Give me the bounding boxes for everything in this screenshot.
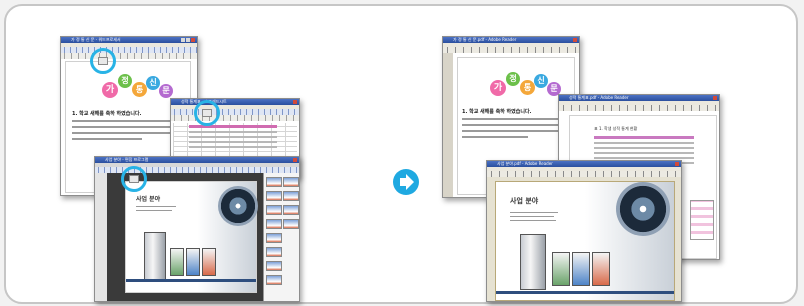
data-row [189, 146, 277, 148]
thumbnail-panel[interactable] [263, 173, 299, 301]
right-arrow-icon [393, 169, 419, 195]
heading-circle-4: 신 [146, 76, 160, 90]
thumbnail[interactable] [266, 205, 282, 215]
body-heading: 1. 학교 새해를 축하 하였습니다. [72, 111, 142, 117]
data-row [189, 136, 277, 138]
text-line [510, 220, 556, 221]
tool-palette[interactable] [95, 173, 107, 301]
close-button[interactable] [573, 38, 577, 42]
thumbnail[interactable] [283, 219, 299, 229]
heading-circle-2: 정 [118, 74, 132, 88]
after-presentation-pdf-window[interactable]: 사업 분야.pdf - Adobe Reader 사업 분야 [486, 160, 682, 302]
navigation-pane[interactable] [443, 53, 453, 197]
product-box [186, 248, 200, 276]
table-header-row [594, 136, 694, 139]
data-row [189, 131, 277, 133]
heading-circle-3: 통 [132, 82, 147, 97]
thumbnail[interactable] [266, 177, 282, 187]
thumbnail[interactable] [266, 233, 282, 243]
thumbnail[interactable] [266, 219, 282, 229]
heading-circle-3: 통 [520, 80, 535, 95]
text-line [462, 130, 564, 132]
illustration-frame: 가 정 통 신 문 - 워드프로세서 가 정 통 신 문 1. 학교 새해를 축… [4, 4, 798, 304]
product-box [144, 232, 166, 280]
text-line [136, 206, 176, 207]
table-row [594, 147, 694, 149]
close-button[interactable] [191, 38, 195, 42]
heading-circle-1: 가 [102, 82, 118, 98]
slide-heading: 사업 분야 [136, 196, 161, 203]
thumbnail[interactable] [266, 275, 282, 285]
thumbnail[interactable] [266, 191, 282, 201]
text-line [510, 212, 558, 213]
body-heading: 1. 학교 새해를 축하 하였습니다. [462, 109, 532, 115]
text-line [136, 210, 172, 211]
table-caption: 표 1. 학생 성적 통계 현황 [594, 126, 638, 131]
toolbar[interactable] [487, 171, 681, 177]
thumbnail[interactable] [266, 247, 282, 257]
heading-circle-4: 신 [534, 74, 548, 88]
data-row [189, 141, 277, 143]
thumbnail[interactable] [266, 261, 282, 271]
header-row [189, 125, 277, 128]
text-line [72, 132, 182, 134]
pdf-convert-icon[interactable] [90, 48, 116, 74]
close-button[interactable] [713, 96, 717, 100]
thumbnail[interactable] [283, 177, 299, 187]
product-box [202, 248, 216, 276]
product-box [552, 252, 570, 286]
slide-heading: 사업 분야 [510, 197, 539, 205]
text-line [72, 138, 142, 140]
table-row [594, 157, 694, 159]
pdf-convert-icon[interactable] [194, 100, 220, 126]
text-line [462, 124, 558, 126]
close-button[interactable] [293, 158, 297, 162]
table-row [594, 142, 694, 144]
thumbnail[interactable] [283, 191, 299, 201]
product-box [170, 248, 184, 276]
thumbnail[interactable] [283, 205, 299, 215]
text-line [462, 136, 528, 138]
text-line [72, 126, 176, 128]
product-box [592, 252, 610, 286]
toolbar[interactable] [559, 105, 719, 111]
heading-circle-2: 정 [506, 72, 520, 86]
product-box [520, 234, 546, 290]
table-row [594, 152, 694, 154]
pdf-page: 사업 분야 [495, 181, 675, 301]
toolbar[interactable] [443, 47, 579, 53]
text-line [462, 118, 562, 120]
legend-box [690, 200, 714, 240]
text-line [72, 120, 180, 122]
close-button[interactable] [675, 162, 679, 166]
disc-image [616, 182, 670, 236]
slide-canvas[interactable]: 사업 분야 [125, 181, 258, 293]
product-box [572, 252, 590, 286]
maximize-button[interactable] [186, 38, 190, 42]
close-button[interactable] [293, 100, 297, 104]
format-toolbar[interactable] [171, 115, 299, 121]
text-line [510, 216, 554, 217]
heading-circle-1: 가 [490, 80, 506, 96]
disc-image [218, 186, 258, 226]
heading-circle-5: 문 [159, 84, 173, 98]
pdf-convert-icon[interactable] [121, 166, 147, 192]
format-toolbar[interactable] [61, 53, 197, 59]
minimize-button[interactable] [181, 38, 185, 42]
